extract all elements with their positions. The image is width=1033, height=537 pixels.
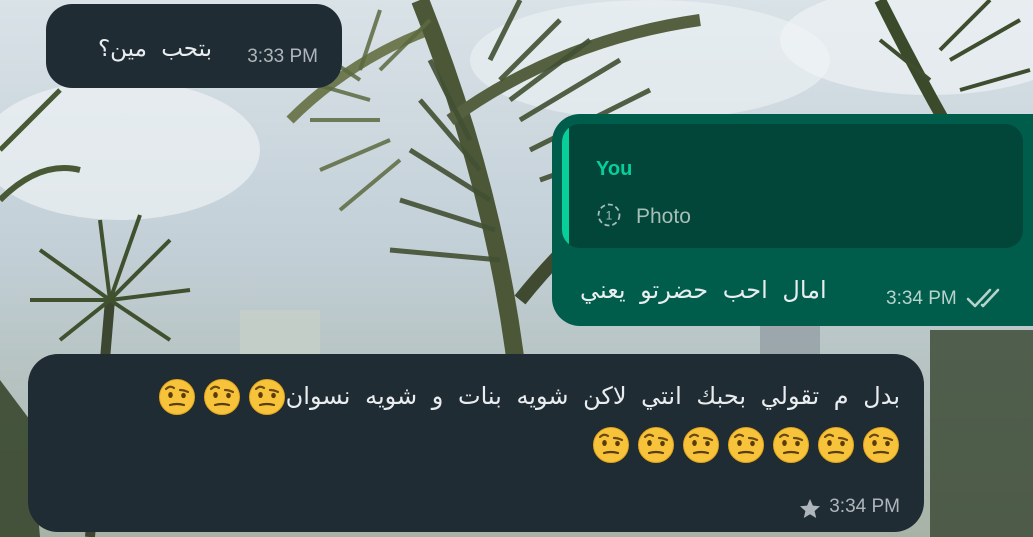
raised-eyebrow-emoji bbox=[862, 426, 900, 464]
raised-eyebrow-emoji bbox=[817, 426, 855, 464]
inline-emoji-group bbox=[151, 379, 286, 415]
outgoing-message-bubble[interactable]: You 1 Photo امال احب حضرتو يعني 3:34 PM bbox=[552, 114, 1033, 326]
star-icon bbox=[800, 499, 820, 518]
message-timestamp: 3:34 PM bbox=[886, 288, 957, 309]
raised-eyebrow-emoji bbox=[682, 426, 720, 464]
message-text: امال احب حضرتو يعني bbox=[580, 276, 827, 304]
raised-eyebrow-emoji bbox=[248, 378, 286, 416]
incoming-message-bubble[interactable]: بدل م تقولي بحبك انتي لاكن شويه بنات و ش… bbox=[28, 354, 924, 532]
raised-eyebrow-emoji bbox=[158, 378, 196, 416]
quoted-reply[interactable]: You 1 Photo bbox=[562, 124, 1023, 248]
quote-author: You bbox=[596, 158, 633, 180]
view-once-icon: 1 bbox=[596, 202, 622, 232]
raised-eyebrow-emoji bbox=[772, 426, 810, 464]
raised-eyebrow-emoji bbox=[727, 426, 765, 464]
view-once-count: 1 bbox=[606, 209, 613, 223]
message-text: بتحب مين؟ bbox=[97, 36, 212, 62]
raised-eyebrow-emoji bbox=[203, 378, 241, 416]
raised-eyebrow-emoji bbox=[592, 426, 630, 464]
double-check-icon bbox=[966, 288, 1000, 308]
quote-caption-text: Photo bbox=[636, 205, 691, 228]
quote-accent-bar bbox=[562, 124, 569, 248]
quote-caption: 1 Photo bbox=[596, 202, 691, 232]
emoji-row bbox=[80, 420, 900, 468]
message-body: بدل م تقولي بحبك انتي لاكن شويه بنات و ش… bbox=[80, 372, 900, 468]
message-timestamp: 3:33 PM bbox=[247, 46, 318, 67]
incoming-message-bubble[interactable]: بتحب مين؟ 3:33 PM bbox=[46, 4, 342, 88]
raised-eyebrow-emoji bbox=[637, 426, 675, 464]
message-timestamp: 3:34 PM bbox=[829, 496, 900, 517]
message-text: بدل م تقولي بحبك انتي لاكن شويه بنات و ش… bbox=[285, 382, 900, 410]
